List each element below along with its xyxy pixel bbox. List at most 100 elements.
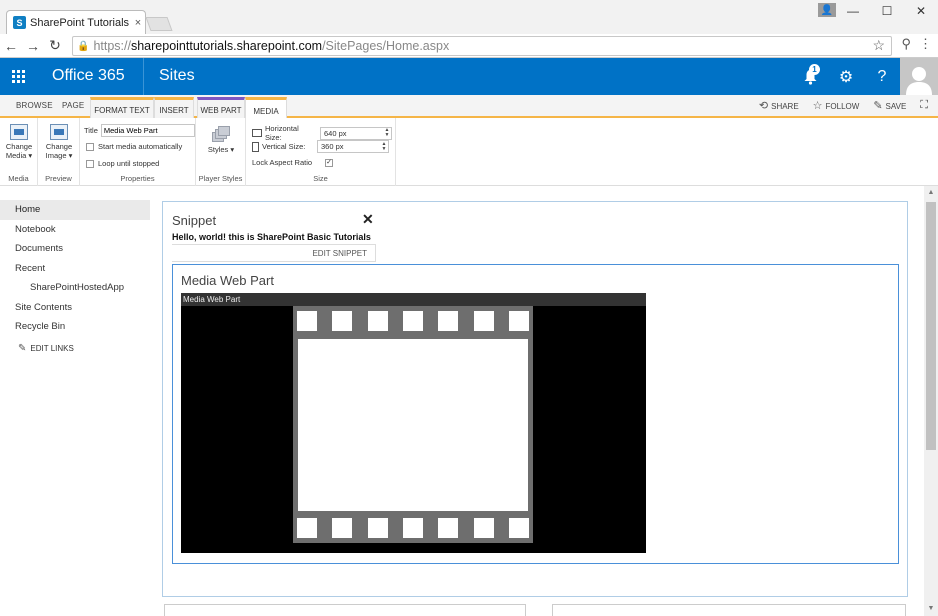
browser-tab-title: SharePoint Tutorials Team [30,16,131,29]
nav-item-notebook[interactable]: Notebook [0,220,150,240]
bookmark-star-icon[interactable]: ☆ [872,37,885,54]
styles-button[interactable]: Styles ▾ [206,126,236,154]
tab-media[interactable]: MEDIA [245,97,287,120]
save-icon: ✎ [873,100,883,112]
ribbon-group-label-preview: Preview [45,174,72,183]
close-tab-icon[interactable]: × [131,17,145,29]
spinner-arrows-icon[interactable]: ▲ ▼ [380,141,388,152]
nav-item-site-contents[interactable]: Site Contents [0,298,150,318]
ribbon-tabs: BROWSE PAGE FORMAT TEXT INSERT WEB PART … [0,95,938,120]
lock-aspect-label: Lock Aspect Ratio [252,158,313,167]
media-icon [10,124,28,140]
ribbon-group-preview: Change Image ▾ Preview [38,118,80,186]
loop-row[interactable]: Loop until stopped [86,159,159,168]
vertical-size-icon [252,141,259,152]
ribbon-group-label-size: Size [313,174,328,183]
window-controls: 👤 — ☐ ✕ [818,0,938,22]
vertical-size-row: Vertical Size: 360 px ▲ ▼ [252,140,389,153]
media-player-title-bar: Media Web Part [181,293,646,306]
pencil-icon: ✎ [18,342,27,354]
sites-link[interactable]: Sites [159,67,195,85]
edit-links-button[interactable]: ✎ EDIT LINKS [0,343,150,354]
follow-button[interactable]: ☆ FOLLOW [813,99,860,112]
vertical-size-input[interactable]: 360 px ▲ ▼ [317,140,389,153]
url-host: sharepointtutorials.sharepoint.com [130,39,323,53]
vertical-scrollbar[interactable]: ▲ ▼ [924,186,938,616]
change-image-button[interactable]: Change Image ▾ [44,124,74,160]
browser-toolbar: ← → ↻ 🔒 https://sharepointtutorials.shar… [0,34,938,58]
tab-browse[interactable]: BROWSE [16,101,53,110]
focus-content-icon[interactable]: ⛶ [920,99,928,112]
title-label: Title [84,126,98,135]
office365-brand[interactable]: Office 365 [52,67,125,85]
styles-icon [212,126,230,142]
image-icon [50,124,68,140]
maximize-button[interactable]: ☐ [870,0,904,22]
browser-tab[interactable]: S SharePoint Tutorials Team × [6,10,146,34]
settings-gear-icon[interactable]: ⚙ [828,58,864,95]
nav-item-documents[interactable]: Documents [0,239,150,259]
lower-web-part-zone-right [552,604,906,616]
tab-insert[interactable]: INSERT [154,97,194,118]
nav-item-recycle-bin[interactable]: Recycle Bin [0,317,150,337]
lock-icon: 🔒 [77,40,90,52]
sharepoint-favicon-icon: S [13,16,26,29]
media-web-part[interactable]: Media Web Part Media Web Part [172,264,899,564]
tab-format-text[interactable]: FORMAT TEXT [90,97,154,118]
nav-item-home[interactable]: Home [0,200,150,220]
film-strip-icon [293,306,533,543]
share-button[interactable]: ⟲ SHARE [759,99,799,112]
menu-icon[interactable]: ⋮ [919,36,932,52]
url-scheme: https:// [93,39,131,53]
url-path: /SitePages/Home.aspx [322,39,450,53]
lock-aspect-row: Lock Aspect Ratio ✓ [252,158,333,167]
ribbon-group-label-media: Media [8,174,29,183]
loop-checkbox[interactable] [86,159,94,168]
scrollbar-thumb[interactable] [926,202,936,450]
media-player[interactable]: Media Web Part [181,293,646,553]
tab-web-part[interactable]: WEB PART [197,97,245,118]
horizontal-size-icon [252,129,262,137]
change-media-button[interactable]: Change Media ▾ [4,124,34,160]
close-window-button[interactable]: ✕ [904,0,938,22]
scroll-up-arrow-icon[interactable]: ▲ [924,186,938,200]
title-input[interactable] [100,124,195,137]
new-tab-button[interactable] [145,17,173,31]
forward-arrow-icon[interactable]: → [22,38,44,54]
spinner-arrows-icon[interactable]: ▲ ▼ [383,128,391,138]
back-arrow-icon[interactable]: ← [0,38,22,54]
nav-item-sharepointhostedapp[interactable]: SharePointHostedApp [0,278,150,298]
browser-user-icon[interactable]: 👤 [818,3,836,17]
tab-page[interactable]: PAGE [62,101,84,110]
ribbon-group-media: Change Media ▾ Media [0,118,38,186]
start-auto-row[interactable]: Start media automatically [86,142,182,151]
lock-aspect-checkbox[interactable]: ✓ [325,158,333,167]
snippet-web-part[interactable]: Snippet ✕ Hello, world! this is SharePoi… [172,211,378,263]
save-button[interactable]: ✎ SAVE [873,99,906,112]
notification-count-badge: 1 [809,64,820,75]
snippet-title: Snippet [172,213,217,228]
ribbon-group-label-player-styles: Player Styles [198,174,243,183]
ribbon-group-label-properties: Properties [120,174,155,183]
horizontal-size-input[interactable]: 640 px ▲ ▼ [320,126,392,140]
lower-web-part-zone-left [164,604,526,616]
start-auto-label: Start media automatically [98,142,183,151]
start-auto-checkbox[interactable] [86,142,94,151]
browser-tabstrip: S SharePoint Tutorials Team × 👤 — ☐ ✕ [0,0,938,34]
edit-snippet-button[interactable]: EDIT SNIPPET [172,244,376,262]
help-icon[interactable]: ? [864,58,900,95]
suite-bar: Office 365 Sites 1 ⚙ ? [0,58,938,95]
minimize-button[interactable]: — [836,0,870,22]
avatar[interactable] [900,58,938,95]
app-launcher-icon[interactable] [0,58,37,95]
notifications-bell-icon[interactable]: 1 [792,58,828,95]
extension-icon[interactable]: ⚲ [901,36,911,52]
nav-item-recent[interactable]: Recent [0,259,150,279]
title-field-row: Title [84,124,195,137]
scroll-down-arrow-icon[interactable]: ▼ [924,602,938,616]
reload-icon[interactable]: ↻ [44,37,66,54]
close-icon[interactable]: ✕ [362,211,374,228]
suite-divider [143,58,144,95]
address-bar[interactable]: 🔒 https://sharepointtutorials.sharepoint… [72,36,892,56]
loop-label: Loop until stopped [98,159,160,168]
